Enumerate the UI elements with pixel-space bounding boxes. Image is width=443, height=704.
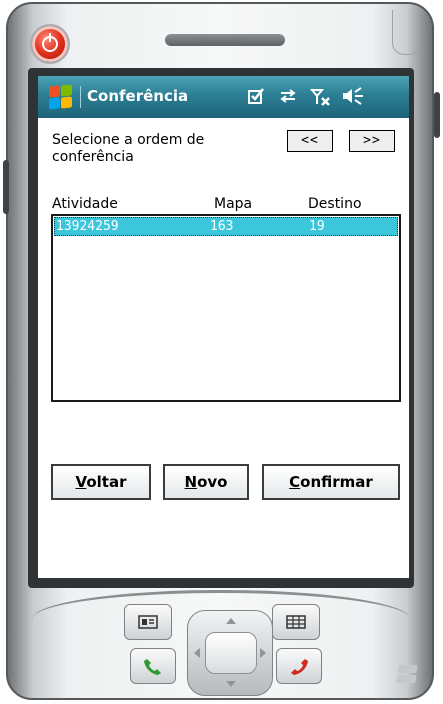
sync-arrows-icon[interactable]: [278, 87, 298, 109]
side-button-right[interactable]: [434, 92, 440, 138]
right-softkey[interactable]: [272, 604, 320, 640]
confirmar-button[interactable]: Confirmar: [262, 464, 400, 500]
confirmar-mnemonic: C: [289, 473, 301, 491]
start-menu-icon[interactable]: [48, 84, 74, 110]
keypad-grid-icon: [286, 615, 306, 629]
dpad-right-icon: [260, 648, 266, 658]
call-button[interactable]: [130, 648, 176, 684]
windows-logo-icon: [396, 664, 418, 684]
previous-button[interactable]: <<: [287, 130, 333, 152]
novo-button[interactable]: Novo: [163, 464, 249, 500]
green-phone-icon: [144, 659, 161, 675]
app-title: Conferência: [87, 87, 189, 105]
dpad-up-icon: [226, 618, 236, 624]
left-softkey[interactable]: [124, 604, 172, 640]
cell-atividade: 13924259: [56, 219, 119, 234]
column-header-destino[interactable]: Destino: [308, 196, 362, 212]
dpad-left-icon: [194, 648, 200, 658]
contact-card-icon: [138, 615, 158, 629]
novo-label: ovo: [197, 473, 228, 491]
dpad-action-button[interactable]: [205, 632, 257, 674]
cell-destino: 19: [309, 219, 325, 234]
stylus-slot: [392, 10, 420, 55]
signal-off-icon[interactable]: [309, 87, 332, 111]
column-header-mapa[interactable]: Mapa: [214, 196, 252, 212]
screen: Conferência Selecione a ordem de conferê…: [38, 76, 409, 578]
cell-mapa: 163: [210, 219, 234, 234]
red-phone-icon: [291, 659, 308, 675]
speaker-icon[interactable]: [341, 87, 365, 109]
column-header-atividade[interactable]: Atividade: [52, 196, 118, 212]
voltar-mnemonic: V: [75, 473, 87, 491]
dpad-down-icon: [226, 681, 236, 687]
end-call-button[interactable]: [276, 648, 322, 684]
power-button[interactable]: [30, 24, 70, 64]
power-icon: [42, 33, 58, 52]
next-button[interactable]: >>: [349, 130, 395, 152]
navigation-pad[interactable]: [187, 610, 273, 696]
earpiece-speaker: [165, 34, 285, 46]
side-button-left[interactable]: [3, 160, 9, 214]
title-separator: [80, 86, 81, 108]
novo-mnemonic: N: [184, 473, 198, 491]
list-item[interactable]: 13924259 163 19: [54, 217, 398, 236]
order-list[interactable]: 13924259 163 19: [51, 214, 401, 402]
voltar-label: oltar: [86, 473, 127, 491]
form-content: Selecione a ordem de conferência << >> A…: [38, 118, 409, 578]
voltar-button[interactable]: Voltar: [51, 464, 151, 500]
confirmar-label: onfirmar: [300, 473, 373, 491]
title-bar: Conferência: [38, 76, 409, 118]
checkbox-icon[interactable]: [247, 87, 265, 109]
prompt-label: Selecione a ordem de conferência: [52, 132, 205, 165]
